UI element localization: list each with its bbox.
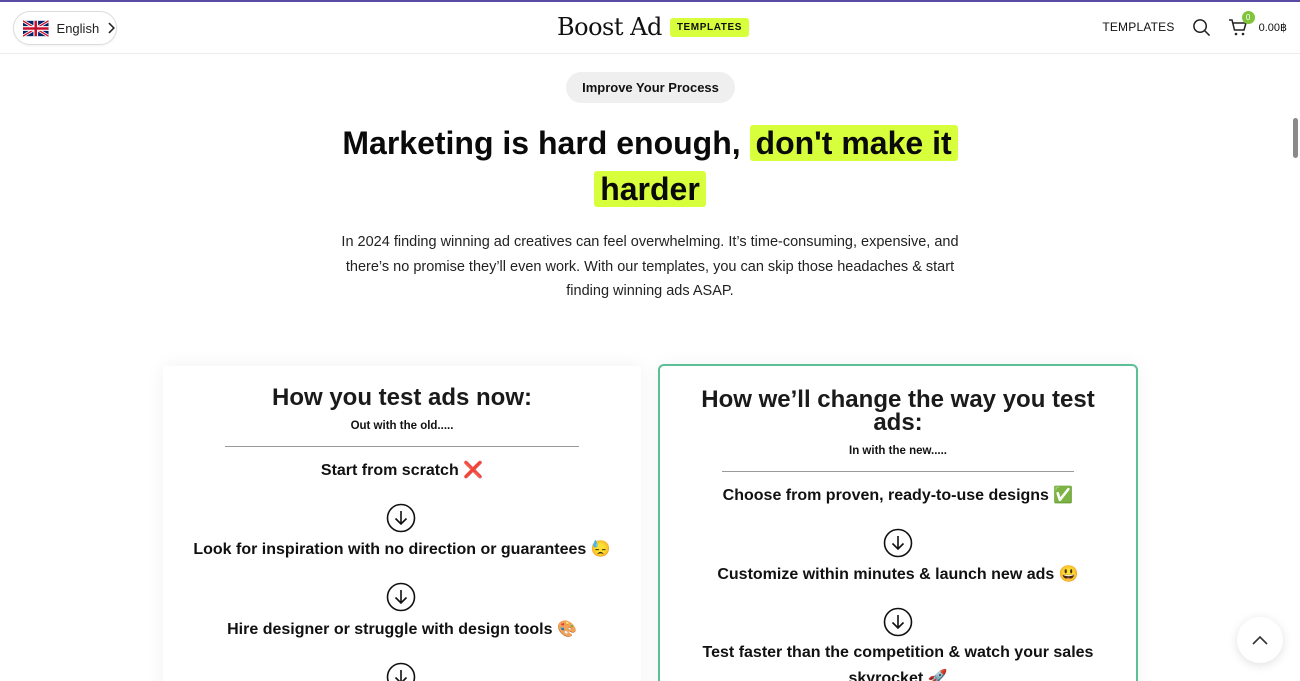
page-title: Marketing is hard enough, don't make it … — [250, 120, 1050, 212]
chevron-up-icon — [1252, 635, 1268, 645]
old-step-1: Start from scratch ❌ — [320, 462, 484, 479]
site-logo[interactable]: Boost Ad TEMPLATES — [557, 13, 750, 41]
intro-paragraph: In 2024 finding winning ad creatives can… — [341, 234, 959, 299]
new-way-card: How we’ll change the way you test ads: I… — [658, 364, 1138, 681]
header-actions: TEMPLATES 0 0.00฿ — [1102, 11, 1287, 38]
headline-highlight-1: don't make it — [749, 125, 958, 161]
old-step-3: Hire designer or struggle with design to… — [227, 621, 577, 638]
section-pill: Improve Your Process — [566, 72, 735, 103]
cart-count-badge: 0 — [1241, 11, 1255, 24]
arrow-down-circle-icon — [883, 528, 913, 558]
new-way-subtitle: In with the new..... — [849, 445, 947, 457]
cart-button[interactable]: 0 — [1227, 11, 1255, 38]
new-step-2: Customize within minutes & launch new ad… — [717, 566, 1079, 583]
headline-text: Marketing is hard enough, — [342, 125, 741, 161]
old-way-subtitle: Out with the old..... — [350, 420, 454, 432]
old-way-title: How you test ads now: — [271, 384, 532, 411]
language-label: English — [56, 20, 100, 36]
new-way-divider — [722, 471, 1074, 472]
search-icon — [1193, 18, 1211, 36]
new-step-1: Choose from proven, ready-to-use designs… — [722, 487, 1074, 504]
old-step-2: Look for inspiration with no direction o… — [193, 541, 611, 558]
logo-text: Boost Ad — [557, 13, 662, 41]
search-button[interactable] — [1191, 16, 1213, 38]
nav-templates-link[interactable]: TEMPLATES — [1102, 20, 1174, 34]
old-way-divider — [225, 446, 579, 447]
back-to-top-button[interactable] — [1237, 617, 1283, 663]
new-step-3-line2: skyrocket 🚀 — [848, 670, 948, 681]
uk-flag-icon — [23, 19, 49, 37]
arrow-down-circle-icon — [386, 582, 416, 612]
arrow-down-circle-icon — [883, 607, 913, 637]
chevron-right-icon — [108, 22, 116, 34]
old-way-card: How you test ads now: Out with the old..… — [163, 366, 641, 681]
headline-highlight-2: harder — [594, 171, 706, 207]
language-switcher[interactable]: English — [13, 11, 117, 45]
cart-total[interactable]: 0.00฿ — [1259, 21, 1287, 34]
arrow-down-circle-icon — [386, 503, 416, 533]
new-step-3-line1: Test faster than the competition & watch… — [702, 644, 1094, 661]
page-scrollbar[interactable] — [1293, 118, 1298, 158]
logo-badge: TEMPLATES — [669, 17, 750, 37]
site-header: English Boost Ad TEMPLATES TEMPLATES 0 0… — [0, 2, 1300, 54]
new-way-title-line2: ads: — [873, 409, 923, 436]
arrow-down-circle-icon — [386, 662, 416, 681]
